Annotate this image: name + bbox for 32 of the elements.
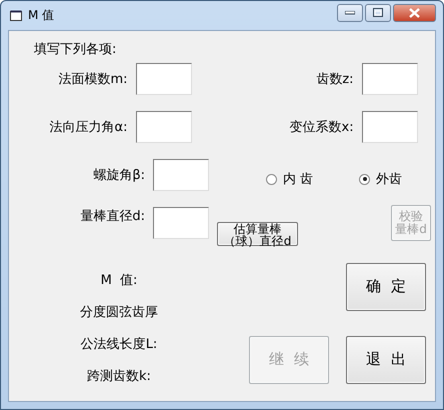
input-field[interactable] (362, 111, 418, 143)
field-label: 齿数z: (315, 71, 354, 88)
maximize-button[interactable] (365, 4, 391, 22)
close-icon (409, 8, 420, 18)
radio-button[interactable] (359, 174, 370, 184)
minimize-button[interactable] (337, 4, 363, 22)
result-label: 跨测齿数k: (87, 368, 151, 386)
result-label: 分度圆弦齿厚 (80, 304, 158, 322)
result-label: 公法线长度L: (80, 336, 158, 354)
radio-button[interactable] (266, 174, 277, 184)
field-label: 量棒直径d: (79, 208, 145, 225)
radio-option[interactable]: 外齿 (359, 170, 402, 188)
input-field[interactable] (153, 207, 209, 239)
field-label: 变位系数x: (288, 119, 354, 136)
input-field[interactable] (136, 63, 192, 95)
close-button[interactable] (393, 4, 436, 22)
window-title: M 值 (28, 7, 54, 24)
input-field[interactable] (136, 111, 192, 143)
estimate-button[interactable]: 估算量棒（球）直径d (217, 222, 298, 246)
maximize-icon (373, 8, 383, 17)
minimize-icon (345, 10, 355, 14)
input-field[interactable] (153, 159, 209, 191)
confirm-button[interactable]: 确 定 (346, 263, 426, 311)
window-icon (10, 10, 22, 21)
input-field[interactable] (362, 63, 418, 95)
field-label: 螺旋角β: (92, 167, 145, 184)
result-label: M 值: (100, 272, 138, 290)
exit-button[interactable]: 退 出 (346, 336, 426, 384)
instruction-text: 填写下列各项: (34, 41, 118, 59)
field-label: 法向压力角α: (48, 119, 128, 136)
radio-option[interactable]: 内 齿 (266, 170, 314, 188)
field-label: 法面模数m: (57, 71, 128, 88)
